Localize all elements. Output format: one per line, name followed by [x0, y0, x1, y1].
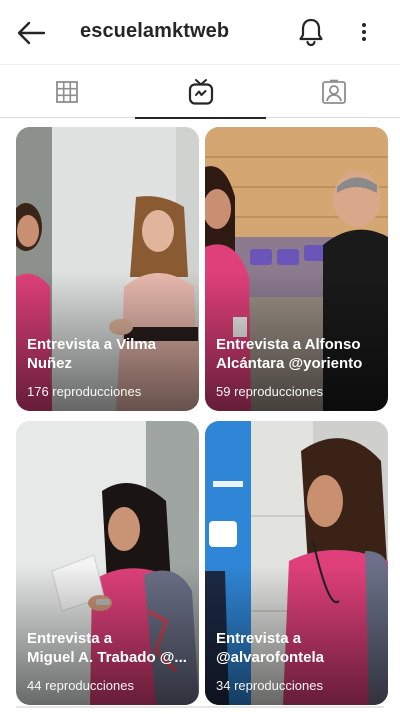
video-title: Entrevista a Vilma Nuñez	[27, 335, 189, 373]
tab-igtv[interactable]	[134, 65, 267, 119]
view-count: 176 reproducciones	[27, 384, 142, 399]
top-bar: escuelamktweb	[0, 0, 400, 64]
video-card[interactable]: Entrevista a @alvarofontela 34 reproducc…	[205, 421, 388, 705]
more-vertical-icon	[362, 23, 366, 41]
video-title-line: Miguel A. Trabado @...	[27, 649, 187, 666]
video-title-line: Entrevista a	[216, 630, 302, 647]
profile-tabs	[0, 64, 400, 119]
video-title-line: Alcántara @yoriento	[216, 355, 363, 372]
tagged-person-icon	[321, 79, 346, 104]
video-title: Entrevista a @alvarofontela	[216, 629, 378, 667]
arrow-left-icon	[17, 21, 46, 45]
video-card[interactable]: Entrevista a Miguel A. Trabado @... 44 r…	[16, 421, 199, 705]
igtv-icon	[188, 78, 213, 105]
video-title-line: Entrevista a Vilma	[27, 336, 156, 353]
video-title-line: Entrevista a Alfonso	[216, 336, 361, 353]
view-count: 34 reproducciones	[216, 678, 323, 693]
video-title-line: Nuñez	[27, 355, 72, 372]
notifications-button[interactable]	[297, 17, 325, 47]
video-card[interactable]: Entrevista a Vilma Nuñez 176 reproduccio…	[16, 127, 199, 411]
back-button[interactable]	[16, 20, 46, 46]
video-title-line: @alvarofontela	[216, 649, 324, 666]
more-options-button[interactable]	[352, 20, 376, 44]
scroll-divider	[16, 706, 384, 708]
video-title: Entrevista a Alfonso Alcántara @yoriento	[216, 335, 378, 373]
tab-tagged[interactable]	[267, 65, 400, 118]
video-title-line: Entrevista a	[27, 630, 113, 647]
profile-username: escuelamktweb	[80, 20, 230, 42]
bell-icon	[299, 18, 323, 47]
view-count: 44 reproducciones	[27, 678, 134, 693]
video-title: Entrevista a Miguel A. Trabado @...	[27, 629, 189, 667]
video-card[interactable]: Entrevista a Alfonso Alcántara @yoriento…	[205, 127, 388, 411]
grid-icon	[55, 80, 78, 103]
view-count: 59 reproducciones	[216, 384, 323, 399]
tab-grid[interactable]	[0, 65, 133, 118]
igtv-video-grid: Entrevista a Vilma Nuñez 176 reproduccio…	[0, 118, 400, 714]
